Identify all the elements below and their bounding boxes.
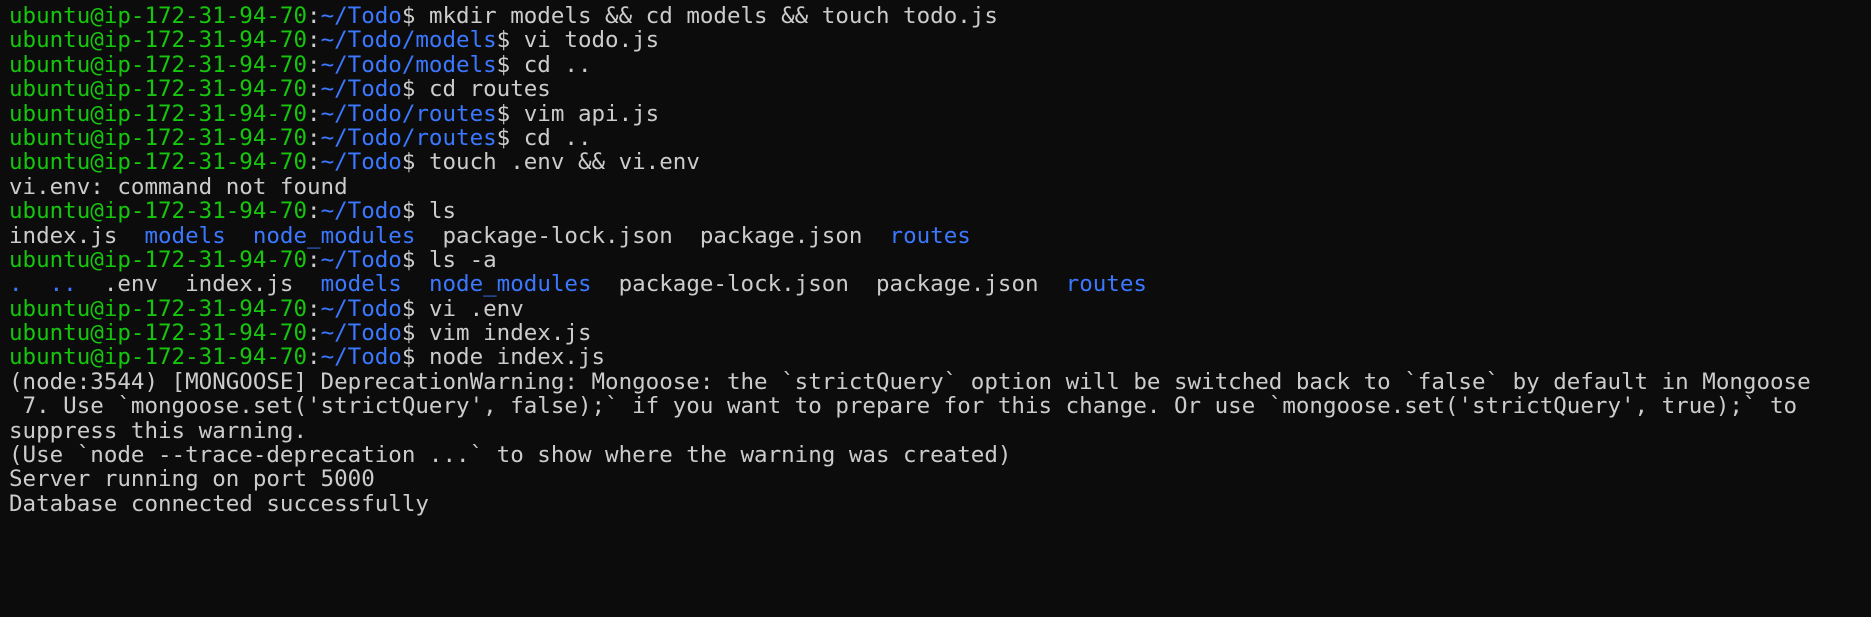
listing-file: package.json [699,222,863,249]
output-line: Server running on port 5000 [9,467,1871,491]
prompt-user-host: ubuntu@ip-172-31-94-70 [9,27,308,54]
terminal-window[interactable]: ubuntu@ip-172-31-94-70:~/Todo$ mkdir mod… [0,0,1871,617]
listing-directory: models [320,271,402,298]
listing-file: index.js [9,222,118,249]
output-line: suppress this warning. [9,417,1871,444]
listing-file: index.js [185,271,294,298]
output-text: (node:3544) [MONGOOSE] DeprecationWarnin… [9,368,1811,395]
command-text: ls -a [428,246,497,273]
prompt-line: ubuntu@ip-172-31-94-70:~/Todo/routes$ vi… [9,100,660,127]
output-text: Database connected successfully [9,490,429,517]
prompt-line: ubuntu@ip-172-31-94-70:~/Todo$ node inde… [9,344,606,371]
prompt-line: ubuntu@ip-172-31-94-70:~/Todo$ ls [9,198,457,225]
listing-file: .env [103,271,159,298]
prompt-line: ubuntu@ip-172-31-94-70:~/Todo$ vim index… [9,320,592,347]
prompt-user-host: ubuntu@ip-172-31-94-70 [9,198,308,225]
prompt-path: ~/Todo [320,3,402,29]
prompt-user-host: ubuntu@ip-172-31-94-70 [9,149,308,176]
listing-directory: .. [49,271,77,298]
prompt-path: ~/Todo [320,344,402,371]
listing-directory: routes [1065,271,1147,298]
listing-file: package-lock.json [618,271,849,298]
prompt-path: ~/Todo [320,149,402,176]
command-text: touch .env && vi.env [428,149,700,176]
prompt-path: ~/Todo [320,198,402,225]
listing-file: package.json [876,271,1039,298]
prompt-line: ubuntu@ip-172-31-94-70:~/Todo/models$ vi… [9,27,660,54]
prompt-user-host: ubuntu@ip-172-31-94-70 [9,3,308,29]
listing-directory: node_modules [252,222,416,249]
prompt-user-host: ubuntu@ip-172-31-94-70 [9,76,308,103]
command-text: cd .. [523,124,592,151]
output-line: 7. Use `mongoose.set('strictQuery', fals… [9,394,1871,418]
prompt-path: ~/Todo/models [320,27,497,54]
command-text: vi todo.js [523,27,660,54]
command-text: vi .env [428,295,524,322]
prompt-line: ubuntu@ip-172-31-94-70:~/Todo$ ls -a [9,246,497,273]
output-line: vi.env: command not found [9,175,1871,199]
prompt-path: ~/Todo/models [320,51,497,78]
prompt-user-host: ubuntu@ip-172-31-94-70 [9,124,308,151]
output-text: (Use `node --trace-deprecation ...` to s… [9,442,1012,469]
listing-directory: node_modules [428,271,592,298]
prompt-path: ~/Todo/routes [320,124,497,151]
command-text: vim api.js [523,100,660,127]
command-text: node index.js [428,344,606,371]
prompt-user-host: ubuntu@ip-172-31-94-70 [9,51,308,78]
listing-directory: models [144,222,226,249]
output-text: 7. Use `mongoose.set('strictQuery', fals… [9,393,1798,420]
output-line: (Use `node --trace-deprecation ...` to s… [9,443,1871,467]
prompt-path: ~/Todo/routes [320,100,497,127]
prompt-user-host: ubuntu@ip-172-31-94-70 [9,320,308,347]
command-text: vim index.js [428,320,592,347]
prompt-line: ubuntu@ip-172-31-94-70:~/Todo$ touch .en… [9,149,700,176]
command-text: cd .. [523,51,592,78]
prompt-line: ubuntu@ip-172-31-94-70:~/Todo$ cd routes [9,76,551,103]
prompt-user-host: ubuntu@ip-172-31-94-70 [9,344,308,371]
output-text: vi.env: command not found [9,173,348,200]
prompt-path: ~/Todo [320,246,402,273]
command-text: mkdir models && cd models && touch todo.… [428,3,998,29]
output-line: Database connected successfully [9,492,1871,516]
output-text: Server running on port 5000 [9,466,375,493]
prompt-path: ~/Todo [320,295,402,322]
listing-line: index.js models node_modules package-loc… [9,222,1871,249]
listing-directory: . [9,271,23,298]
command-text: ls [428,198,457,225]
prompt-user-host: ubuntu@ip-172-31-94-70 [9,295,308,322]
listing-file: package-lock.json [442,222,673,249]
output-text: suppress this warning. [9,417,308,444]
prompt-user-host: ubuntu@ip-172-31-94-70 [9,246,308,273]
prompt-line: ubuntu@ip-172-31-94-70:~/Todo/routes$ cd… [9,124,592,151]
prompt-user-host: ubuntu@ip-172-31-94-70 [9,100,308,127]
output-line: (node:3544) [MONGOOSE] DeprecationWarnin… [9,370,1871,394]
listing-line: . .. .env index.js models node_modules p… [9,272,1871,296]
listing-directory: routes [889,222,971,249]
prompt-line: ubuntu@ip-172-31-94-70:~/Todo$ vi .env [9,295,524,322]
command-text: cd routes [428,76,551,103]
prompt-line: ubuntu@ip-172-31-94-70:~/Todo/models$ cd… [9,51,592,78]
prompt-line: ubuntu@ip-172-31-94-70:~/Todo$ mkdir mod… [9,3,998,29]
prompt-path: ~/Todo [320,76,402,103]
prompt-path: ~/Todo [320,320,402,347]
